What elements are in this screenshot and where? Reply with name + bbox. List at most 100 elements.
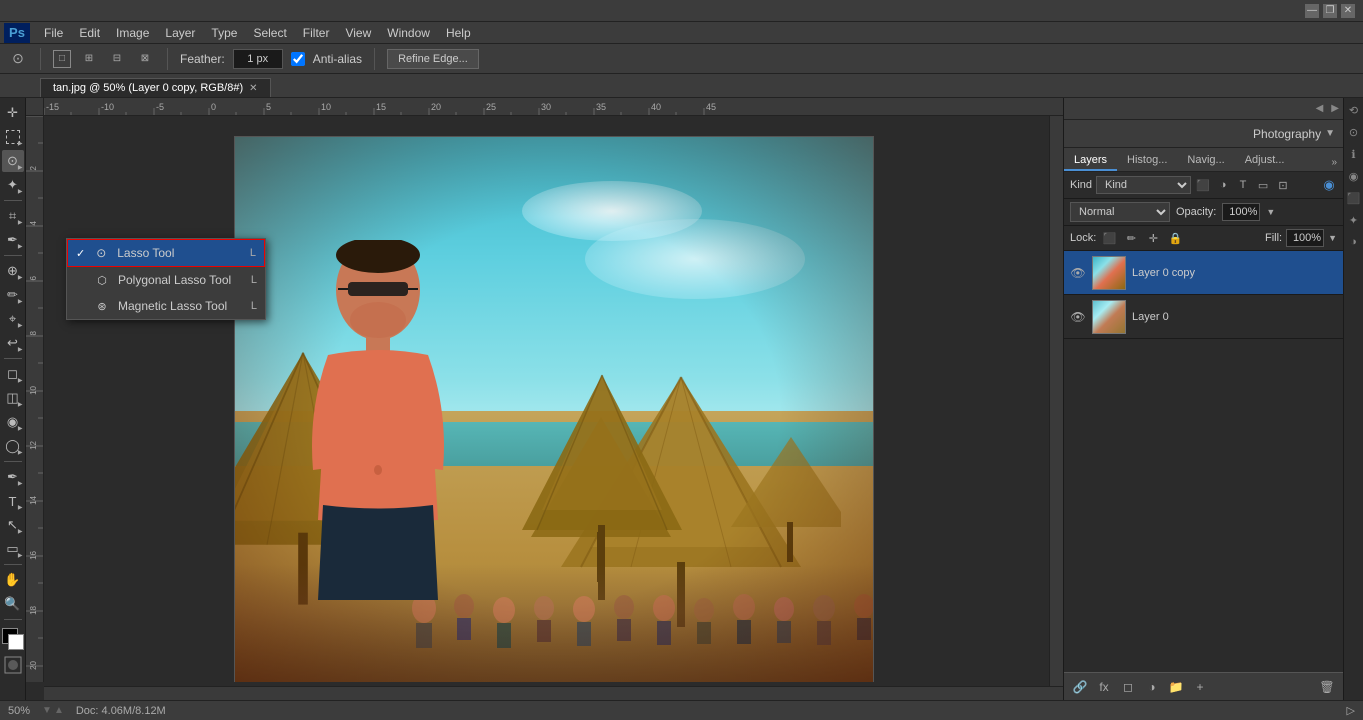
crop-tool[interactable]: ⌗ ▶ [2,205,24,227]
opacity-input[interactable] [1222,203,1260,221]
eyedropper-tool[interactable]: ✒ ▶ [2,229,24,251]
vertical-scrollbar[interactable] [1049,116,1063,686]
menu-view[interactable]: View [337,24,379,42]
layers-tab-more[interactable]: » [1325,154,1343,171]
maximize-button[interactable]: ❐ [1323,4,1337,18]
smart-filter-icon[interactable]: ⊡ [1275,177,1291,193]
lasso-tool[interactable]: ⊙ ▶ [2,150,24,172]
link-layers-button[interactable]: 🔗 [1070,677,1090,697]
fill-arrow[interactable]: ▼ [1328,233,1337,243]
quick-select-tool[interactable]: ✦ ▶ [2,174,24,196]
tab-navig[interactable]: Navig... [1177,151,1234,171]
add-selection-icon[interactable]: ⊞ [79,49,99,69]
menu-type[interactable]: Type [203,24,245,42]
kind-select[interactable]: Kind Name Effect Mode Attribute Color Sm… [1096,176,1191,194]
type-tool[interactable]: T ▶ [2,490,24,512]
panel-style-icon[interactable]: ✦ [1346,212,1362,228]
fx-button[interactable]: fx [1094,677,1114,697]
opacity-arrow[interactable]: ▼ [1266,207,1275,217]
color-swatches[interactable] [2,628,24,650]
zoom-up-icon[interactable]: ▲ [54,705,64,716]
spot-heal-tool[interactable]: ⊕ ▶ [2,260,24,282]
menu-edit[interactable]: Edit [71,24,108,42]
menu-filter[interactable]: Filter [295,24,338,42]
fill-input[interactable] [1286,229,1324,247]
layer-eye-0[interactable]: 👁 [1070,309,1086,325]
hand-tool[interactable]: ✋ [2,569,24,591]
menu-help[interactable]: Help [438,24,479,42]
adjustment-button[interactable]: ◑ [1142,677,1162,697]
title-bar-buttons[interactable]: — ❐ ✕ [1305,4,1355,18]
layer-item-copy[interactable]: 👁 Layer 0 copy [1064,251,1343,295]
refine-edge-button[interactable]: Refine Edge... [387,49,479,69]
background-color[interactable] [8,634,24,650]
panel-adjust-icon[interactable]: ◑ [1346,234,1362,250]
type-filter-icon[interactable]: T [1235,177,1251,193]
feather-input[interactable] [233,49,283,69]
layer-eye-copy[interactable]: 👁 [1070,265,1086,281]
close-button[interactable]: ✕ [1341,4,1355,18]
canvas-area[interactable]: -15 -10 -5 0 5 10 15 20 25 30 35 40 45 [26,98,1063,700]
workspace-selector[interactable]: Photography ▼ [1064,120,1343,148]
path-select-tool[interactable]: ↖ ▶ [2,514,24,536]
dodge-tool[interactable]: ◯ ▶ [2,435,24,457]
blur-tool[interactable]: ◉ ▶ [2,411,24,433]
subtract-selection-icon[interactable]: ⊟ [107,49,127,69]
group-button[interactable]: 📁 [1166,677,1186,697]
quick-mask-button[interactable] [2,654,24,676]
layer-item-0[interactable]: 👁 Layer 0 [1064,295,1343,339]
clone-stamp-tool[interactable]: ⌖ ▶ [2,308,24,330]
svg-text:35: 35 [596,102,606,112]
brush-tool[interactable]: ✏ ▶ [2,284,24,306]
zoom-tool[interactable]: 🔍 [2,593,24,615]
panel-swatches-icon[interactable]: ⬛ [1346,190,1362,206]
lock-all-icon[interactable]: 🔒 [1166,229,1184,247]
lock-image-icon[interactable]: ✏ [1122,229,1140,247]
intersect-selection-icon[interactable]: ⊠ [135,49,155,69]
tab-histog[interactable]: Histog... [1117,151,1177,171]
antialias-checkbox[interactable] [291,52,305,66]
tab-adjust[interactable]: Adjust... [1235,151,1295,171]
new-layer-button[interactable]: + [1190,677,1210,697]
panel-rotate-icon[interactable]: ⟲ [1346,102,1362,118]
pixel-filter-icon[interactable]: ⬛ [1195,177,1211,193]
eraser-tool[interactable]: ◻ ▶ [2,363,24,385]
panel-color-icon[interactable]: ◉ [1346,168,1362,184]
gradient-tool[interactable]: ◫ ▶ [2,387,24,409]
marquee-tool[interactable]: ▶ [2,126,24,148]
shape-filter-icon[interactable]: ▭ [1255,177,1271,193]
blend-mode-select[interactable]: Normal Dissolve Multiply Screen Overlay [1070,202,1170,222]
move-tool[interactable]: ✛ [2,102,24,124]
menu-window[interactable]: Window [379,24,438,42]
pen-tool[interactable]: ✒ ▶ [2,466,24,488]
zoom-down-icon[interactable]: ▼ [42,705,52,716]
panel-info-icon[interactable]: ℹ [1346,146,1362,162]
menu-layer[interactable]: Layer [157,24,203,42]
minimize-button[interactable]: — [1305,4,1319,18]
layer-thumb-0 [1092,300,1126,334]
panel-arrow-right[interactable]: ▶ [1331,103,1339,114]
menu-image[interactable]: Image [108,24,157,42]
history-brush-tool[interactable]: ↩ ▶ [2,332,24,354]
menu-select[interactable]: Select [245,24,294,42]
add-mask-button[interactable]: ◻ [1118,677,1138,697]
adjustment-filter-icon[interactable]: ◑ [1215,177,1231,193]
panel-arrow-left[interactable]: ◀ [1316,103,1324,114]
menu-file[interactable]: File [36,24,71,42]
svg-text:15: 15 [376,102,386,112]
lock-pixel-icon[interactable]: ⬛ [1100,229,1118,247]
tab-close[interactable]: ✕ [249,83,257,94]
horizontal-scrollbar[interactable] [44,686,1063,700]
shape-tool[interactable]: ▭ ▶ [2,538,24,560]
polygonal-lasso-option[interactable]: ⬡ Polygonal Lasso Tool L [67,267,265,293]
magnetic-lasso-option[interactable]: ⊛ Magnetic Lasso Tool L [67,293,265,319]
filter-toggle[interactable]: ◉ [1321,177,1337,193]
new-selection-icon[interactable]: □ [53,50,71,68]
canvas-image-container[interactable] [44,116,1063,682]
delete-layer-button[interactable]: 🗑 [1317,677,1337,697]
lasso-tool-option[interactable]: ✓ ⊙ Lasso Tool L [67,239,265,267]
document-tab[interactable]: tan.jpg @ 50% (Layer 0 copy, RGB/8#) ✕ [40,78,271,97]
lock-position-icon[interactable]: ✛ [1144,229,1162,247]
panel-history-icon[interactable]: ⊙ [1346,124,1362,140]
tab-layers[interactable]: Layers [1064,151,1117,171]
